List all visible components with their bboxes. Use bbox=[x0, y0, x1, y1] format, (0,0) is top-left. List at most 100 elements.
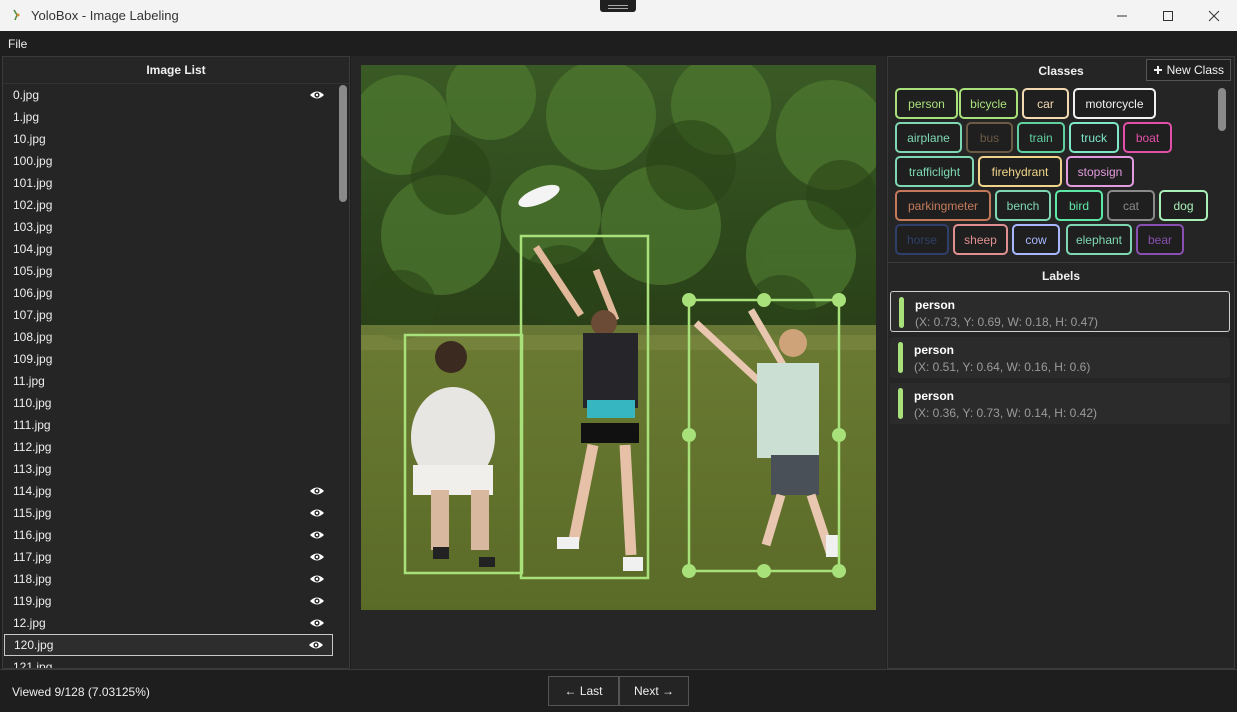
image-list-item[interactable]: 109.jpg bbox=[3, 348, 349, 370]
image-list-item[interactable]: 103.jpg bbox=[3, 216, 349, 238]
class-chip-motorcycle[interactable]: motorcycle bbox=[1073, 88, 1156, 119]
class-chip-cow[interactable]: cow bbox=[1012, 224, 1060, 255]
eye-icon bbox=[309, 551, 325, 563]
image-list-item[interactable]: 113.jpg bbox=[3, 458, 349, 480]
image-list-item[interactable]: 115.jpg bbox=[3, 502, 349, 524]
image-list-scrollbar[interactable] bbox=[339, 85, 347, 202]
maximize-button[interactable] bbox=[1145, 0, 1191, 31]
image-list-item[interactable]: 0.jpg bbox=[3, 84, 349, 106]
class-chip-train[interactable]: train bbox=[1017, 122, 1065, 153]
image-list-item[interactable]: 12.jpg bbox=[3, 612, 349, 634]
image-filename: 113.jpg bbox=[13, 462, 52, 476]
new-class-button[interactable]: New Class bbox=[1145, 59, 1231, 81]
class-chip-dog[interactable]: dog bbox=[1159, 190, 1208, 221]
image-list-item[interactable]: 117.jpg bbox=[3, 546, 349, 568]
image-filename: 1.jpg bbox=[13, 110, 40, 124]
image-list-item[interactable]: 106.jpg bbox=[3, 282, 349, 304]
eye-icon bbox=[309, 529, 325, 541]
image-list-header: Image List bbox=[3, 57, 349, 84]
image-filename: 106.jpg bbox=[13, 286, 53, 300]
viewed-status: Viewed 9/128 (7.03125%) bbox=[12, 685, 150, 699]
classes-title: Classes bbox=[1038, 63, 1084, 78]
image-filename: 110.jpg bbox=[13, 396, 52, 410]
menu-file[interactable]: File bbox=[8, 37, 27, 51]
close-button[interactable] bbox=[1191, 0, 1237, 31]
class-chip-person[interactable]: person bbox=[895, 88, 958, 119]
image-list-item[interactable]: 101.jpg bbox=[3, 172, 349, 194]
label-item[interactable]: person (X: 0.73, Y: 0.69, W: 0.18, H: 0.4… bbox=[890, 291, 1230, 332]
class-chip-bicycle[interactable]: bicycle bbox=[959, 88, 1018, 119]
image-filename: 118.jpg bbox=[13, 572, 52, 586]
class-chip-truck[interactable]: truck bbox=[1069, 122, 1119, 153]
class-chip-cat[interactable]: cat bbox=[1107, 190, 1155, 221]
class-chip-bird[interactable]: bird bbox=[1055, 190, 1103, 221]
image-filename: 0.jpg bbox=[13, 88, 40, 102]
class-chip-firehydrant[interactable]: firehydrant bbox=[978, 156, 1062, 187]
window-title: YoloBox - Image Labeling bbox=[31, 8, 179, 23]
labels-header: Labels bbox=[888, 262, 1234, 289]
class-chip-sheep[interactable]: sheep bbox=[953, 224, 1008, 255]
image-filename: 119.jpg bbox=[13, 594, 52, 608]
label-color-bar bbox=[899, 297, 904, 328]
image-list-item[interactable]: 108.jpg bbox=[3, 326, 349, 348]
class-chip-car[interactable]: car bbox=[1022, 88, 1069, 119]
eye-icon bbox=[309, 485, 325, 497]
image-list-item[interactable]: 118.jpg bbox=[3, 568, 349, 590]
maximize-icon bbox=[1163, 10, 1173, 21]
image-list-item[interactable]: 102.jpg bbox=[3, 194, 349, 216]
image-filename: 120.jpg bbox=[14, 638, 54, 652]
label-coords: (X: 0.51, Y: 0.64, W: 0.16, H: 0.6) bbox=[914, 360, 1091, 374]
image-list-item[interactable]: 1.jpg bbox=[3, 106, 349, 128]
image-list[interactable]: 0.jpg 1.jpg 10.jpg 100.jpg 101.jpg 102.jpg 103… bbox=[3, 84, 349, 668]
class-chip-parkingmeter[interactable]: parkingmeter bbox=[895, 190, 991, 221]
image-filename: 102.jpg bbox=[13, 198, 53, 212]
image-list-item[interactable]: 104.jpg bbox=[3, 238, 349, 260]
last-button[interactable]: ← Last bbox=[548, 676, 619, 706]
class-chip-airplane[interactable]: airplane bbox=[895, 122, 962, 153]
class-chip-elephant[interactable]: elephant bbox=[1066, 224, 1132, 255]
image-filename: 116.jpg bbox=[13, 528, 52, 542]
image-list-item[interactable]: 116.jpg bbox=[3, 524, 349, 546]
image-filename: 103.jpg bbox=[13, 220, 53, 234]
image-filename: 105.jpg bbox=[13, 264, 53, 278]
image-filename: 108.jpg bbox=[13, 330, 53, 344]
class-chip-bench[interactable]: bench bbox=[995, 190, 1051, 221]
class-chip-bear[interactable]: bear bbox=[1136, 224, 1184, 255]
plus-icon bbox=[1153, 66, 1162, 74]
image-list-item[interactable]: 100.jpg bbox=[3, 150, 349, 172]
class-chip-bus[interactable]: bus bbox=[966, 122, 1013, 153]
eye-icon bbox=[309, 617, 325, 629]
window-grip-handle[interactable] bbox=[600, 0, 636, 12]
image-list-item[interactable]: 120.jpg bbox=[4, 634, 333, 656]
image-list-item[interactable]: 112.jpg bbox=[3, 436, 349, 458]
class-chip-trafficlight[interactable]: trafficlight bbox=[895, 156, 974, 187]
class-chip-boat[interactable]: boat bbox=[1123, 122, 1172, 153]
new-class-label: New Class bbox=[1166, 63, 1224, 77]
image-canvas[interactable] bbox=[351, 56, 886, 669]
label-item[interactable]: person (X: 0.36, Y: 0.73, W: 0.14, H: 0.4… bbox=[890, 383, 1230, 424]
label-class: person bbox=[914, 343, 955, 357]
image-filename: 109.jpg bbox=[13, 352, 53, 366]
image-list-item[interactable]: 111.jpg bbox=[3, 414, 349, 436]
image-filename: 104.jpg bbox=[13, 242, 53, 256]
image-list-item[interactable]: 11.jpg bbox=[3, 370, 349, 392]
eye-icon bbox=[309, 595, 325, 607]
label-color-bar bbox=[898, 388, 903, 419]
class-chip-horse[interactable]: horse bbox=[895, 224, 949, 255]
label-item[interactable]: person (X: 0.51, Y: 0.64, W: 0.16, H: 0.6… bbox=[890, 337, 1230, 378]
image-list-item[interactable]: 107.jpg bbox=[3, 304, 349, 326]
next-button[interactable]: Next → bbox=[619, 676, 689, 706]
image-filename: 112.jpg bbox=[13, 440, 52, 454]
image-list-item[interactable]: 114.jpg bbox=[3, 480, 349, 502]
image-list-item[interactable]: 110.jpg bbox=[3, 392, 349, 414]
image-list-item[interactable]: 119.jpg bbox=[3, 590, 349, 612]
classes-scrollbar[interactable] bbox=[1218, 88, 1226, 131]
image-filename: 114.jpg bbox=[13, 484, 52, 498]
image-list-item[interactable]: 105.jpg bbox=[3, 260, 349, 282]
image-list-item[interactable]: 10.jpg bbox=[3, 128, 349, 150]
classes-header: Classes New Class bbox=[888, 57, 1234, 84]
class-chip-stopsign[interactable]: stopsign bbox=[1066, 156, 1134, 187]
image-list-item[interactable]: 121.jpg bbox=[3, 656, 349, 668]
minimize-button[interactable] bbox=[1099, 0, 1145, 31]
label-class: person bbox=[915, 298, 956, 312]
